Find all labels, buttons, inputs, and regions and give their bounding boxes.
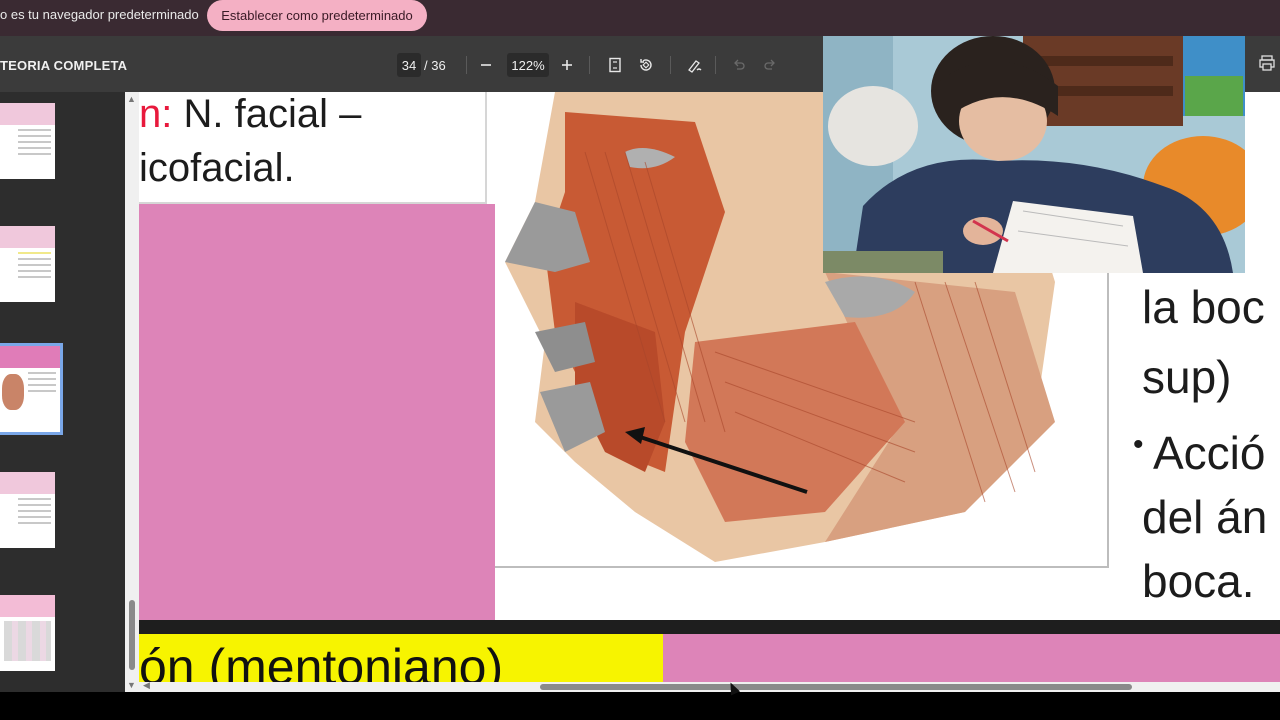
default-browser-infobar: o es tu navegador predeterminado Estable… — [0, 0, 1280, 36]
rotate-icon[interactable] — [635, 54, 657, 76]
action-label: Acció — [1153, 427, 1266, 479]
page-thumbnail[interactable] — [0, 595, 55, 671]
thumbnail-sidebar — [0, 92, 125, 692]
slide-text-line: del án — [1142, 491, 1268, 543]
heading-highlight: ón (mentoniano) — [139, 634, 663, 682]
sidebar-scroll-thumb[interactable] — [129, 600, 135, 670]
toolbar-divider — [466, 56, 467, 74]
innervation-text-line1: N. facial – — [172, 92, 362, 136]
slide-text-line: la boc — [1142, 281, 1265, 333]
horizontal-scrollbar[interactable]: ◀ — [139, 680, 1280, 692]
toolbar-divider — [715, 56, 716, 74]
redo-icon[interactable] — [759, 54, 781, 76]
fit-page-icon[interactable] — [604, 54, 626, 76]
print-icon[interactable] — [1258, 54, 1280, 76]
horizontal-scroll-thumb[interactable] — [540, 684, 1132, 690]
page-gap — [139, 620, 1280, 634]
page-number-input[interactable]: 34 — [397, 53, 421, 77]
bullet: • — [1133, 428, 1144, 461]
innervation-textbox: n: N. facial – icofacial. — [139, 92, 487, 204]
slide-text-line: boca. — [1142, 555, 1255, 607]
page-thumbnail[interactable] — [0, 226, 55, 302]
innervation-label: n: — [139, 92, 173, 136]
slide-text-line: sup) — [1142, 351, 1232, 403]
slide-pink-panel — [139, 204, 495, 620]
next-slide-heading: ón (mentoniano) — [139, 639, 504, 682]
document-title: TEORIA COMPLETA — [0, 58, 128, 73]
page-thumbnail[interactable] — [0, 472, 55, 548]
undo-icon[interactable] — [728, 54, 750, 76]
set-default-button[interactable]: Establecer como predeterminado — [207, 0, 427, 31]
sidebar-scrollbar[interactable]: ▲ ▼ — [125, 92, 139, 692]
page-count: / 36 — [424, 57, 446, 73]
infobar-message: o es tu navegador predeterminado — [0, 7, 199, 22]
innervation-text-line2: icofacial. — [139, 146, 295, 190]
screen: o es tu navegador predeterminado Estable… — [0, 0, 1280, 720]
webcam-overlay — [823, 36, 1245, 273]
page-thumbnail[interactable] — [0, 103, 55, 179]
page-thumbnail-selected[interactable] — [0, 343, 63, 435]
zoom-in-icon[interactable] — [556, 54, 578, 76]
toolbar-divider — [589, 56, 590, 74]
zoom-out-icon[interactable] — [475, 54, 497, 76]
next-pdf-page: ón (mentoniano) — [139, 634, 1280, 682]
zoom-level[interactable]: 122% — [507, 53, 549, 77]
draw-icon[interactable] — [684, 54, 706, 76]
toolbar-divider — [670, 56, 671, 74]
